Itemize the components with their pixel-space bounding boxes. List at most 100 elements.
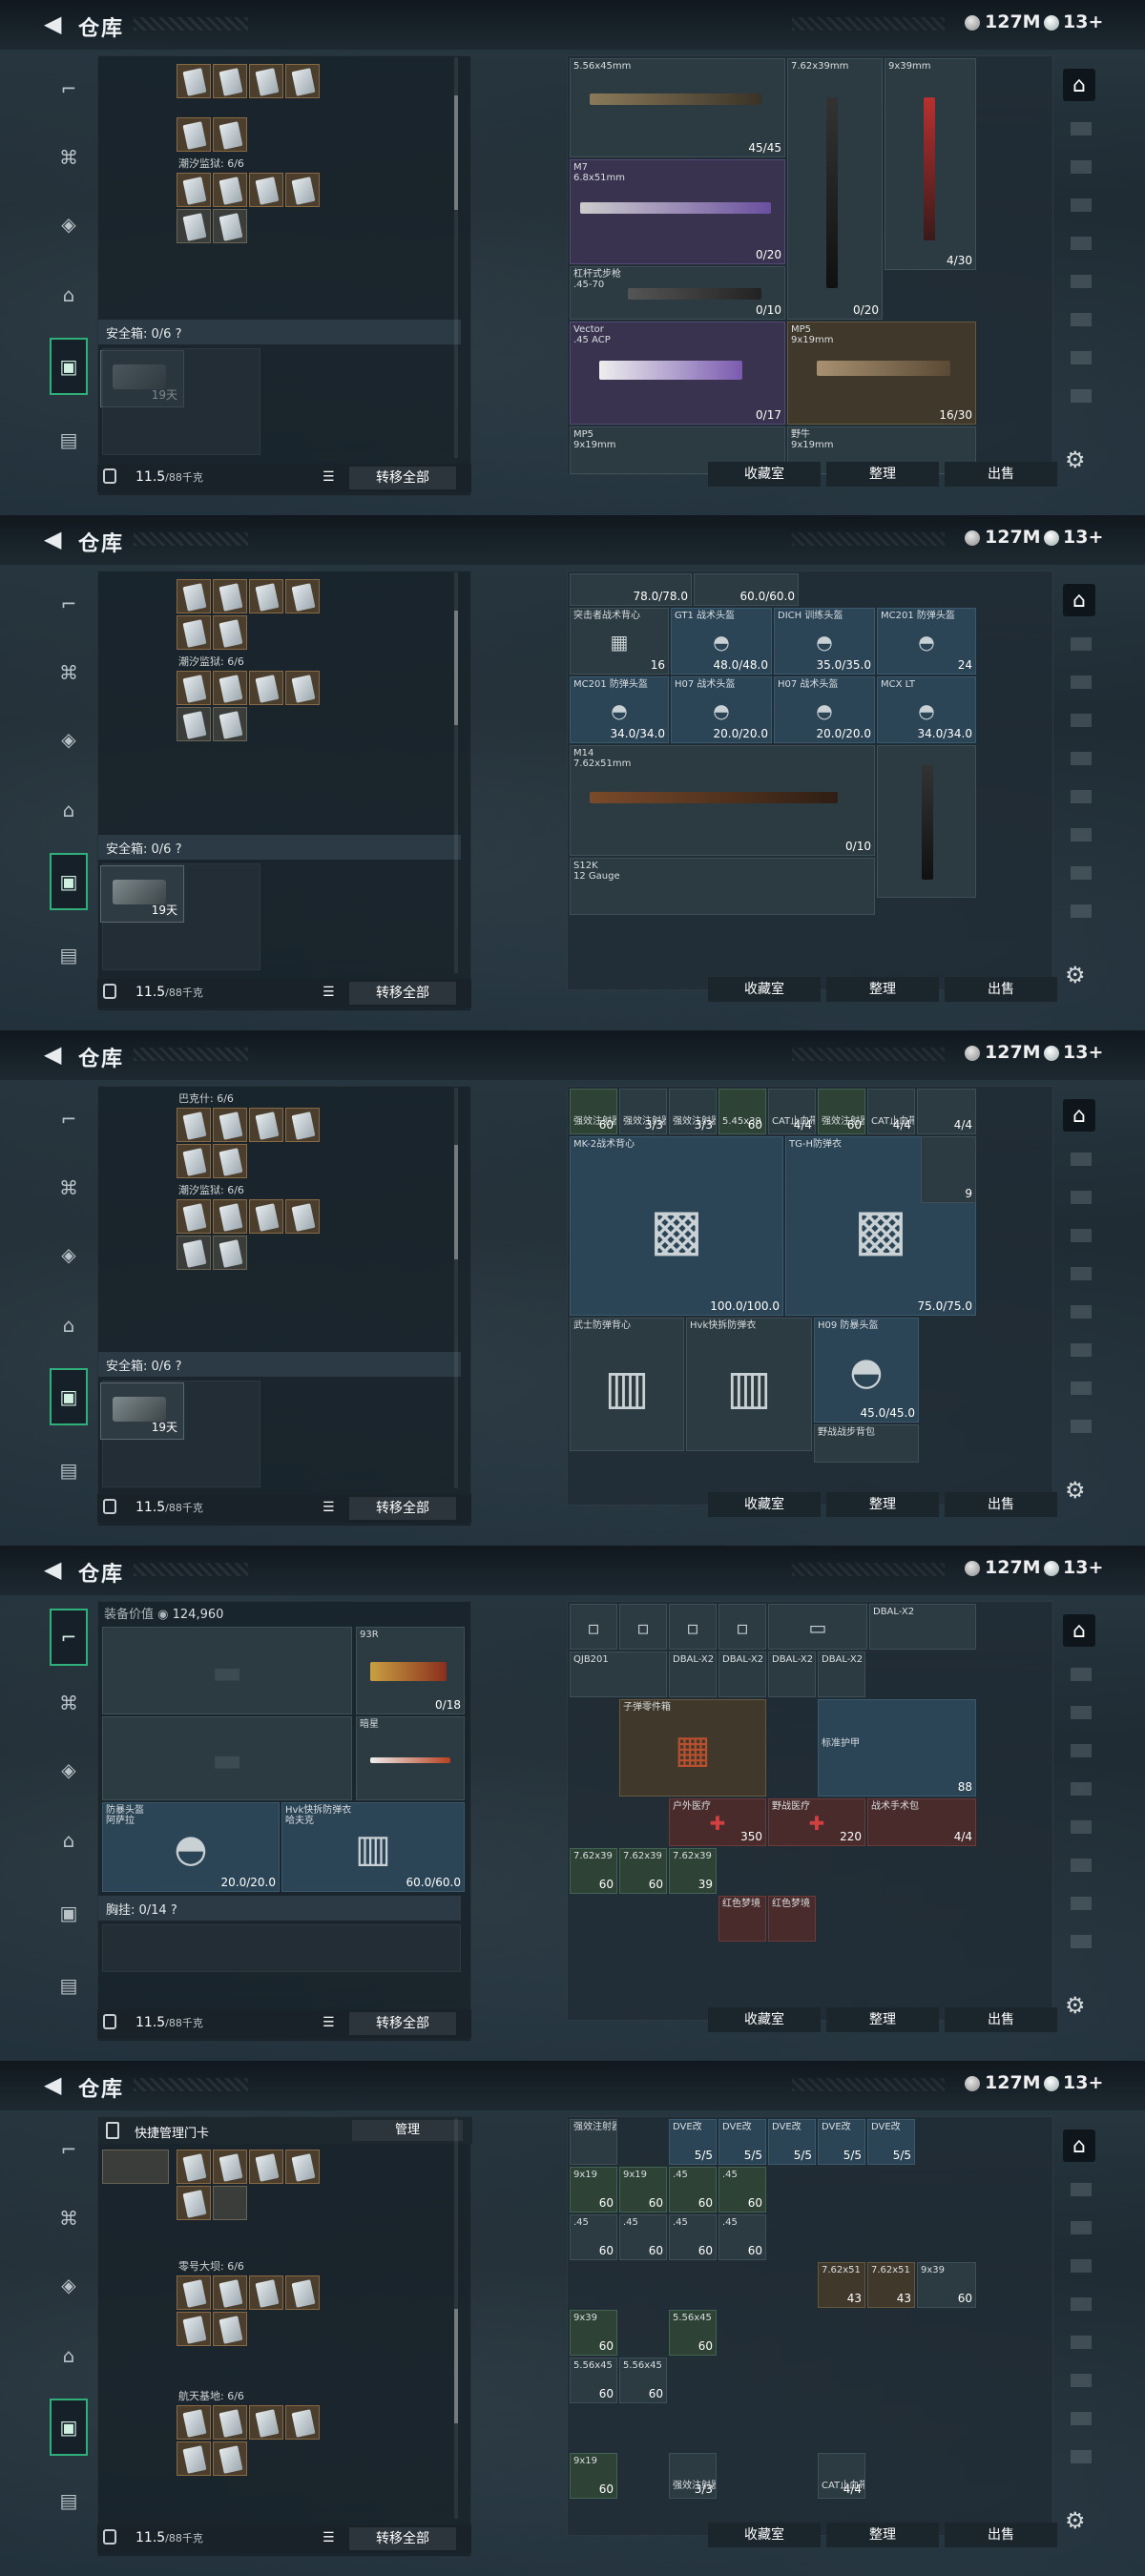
category-strip[interactable] bbox=[1071, 637, 1092, 943]
key-card-slot[interactable] bbox=[285, 2405, 320, 2440]
sell-button[interactable]: 出售 bbox=[945, 977, 1057, 1002]
ammo-cell[interactable]: 7.62x51 43 bbox=[867, 2262, 915, 2308]
key-card-slot[interactable] bbox=[213, 615, 247, 650]
key-card-slot[interactable] bbox=[285, 1199, 320, 1234]
item-cell[interactable]: 9 bbox=[921, 1136, 976, 1203]
knife-slot[interactable]: 暗星 bbox=[356, 1716, 465, 1800]
vest-icon[interactable]: ⌘ bbox=[53, 143, 84, 172]
item-cell[interactable]: ▭ bbox=[768, 1604, 867, 1650]
vest-icon[interactable]: ⌘ bbox=[53, 1689, 84, 1717]
weapon-cell[interactable]: 杠杆式步枪 .45-70 0/10 bbox=[570, 266, 785, 320]
back-button[interactable]: ◀ bbox=[44, 10, 61, 37]
sell-button[interactable]: 出售 bbox=[945, 2523, 1057, 2547]
key-card-slot[interactable] bbox=[177, 1199, 211, 1234]
item-cell[interactable]: DBAL-X2 bbox=[818, 1652, 865, 1697]
move-all-button[interactable]: 转移全部 bbox=[349, 2012, 456, 2035]
briefcase-icon[interactable]: ▤ bbox=[53, 1456, 84, 1485]
home-icon[interactable]: ⌂ bbox=[1063, 1614, 1095, 1647]
key-card-slot[interactable] bbox=[177, 2150, 211, 2184]
ammo-cell[interactable]: 7.62x39 39 bbox=[669, 1848, 717, 1894]
item-cell[interactable]: 红色梦境 bbox=[718, 1896, 766, 1942]
move-all-button[interactable]: 转移全部 bbox=[349, 1497, 456, 1520]
key-card-slot[interactable] bbox=[177, 2186, 211, 2220]
pistol-icon[interactable]: ⌐ bbox=[53, 74, 84, 103]
item-cell[interactable]: DVE改 5/5 bbox=[718, 2119, 766, 2165]
secure-case-icon[interactable]: ▣ bbox=[50, 338, 88, 395]
list-icon[interactable]: ☰ bbox=[323, 2530, 335, 2545]
pistol-icon[interactable]: ⌐ bbox=[53, 590, 84, 618]
gear-icon[interactable]: ⚙ bbox=[1065, 962, 1086, 988]
ammo-cell[interactable]: .45 60 bbox=[669, 2167, 717, 2212]
key-card-slot[interactable] bbox=[213, 707, 247, 741]
ammo-cell[interactable]: 7.62x39 60 bbox=[619, 1848, 667, 1894]
category-strip[interactable] bbox=[1071, 122, 1092, 427]
item-cell[interactable]: QJB201 bbox=[570, 1652, 667, 1697]
backpack-icon[interactable]: ⌂ bbox=[53, 796, 84, 824]
item-cell[interactable]: DVE改 5/5 bbox=[768, 2119, 816, 2165]
key-card-slot[interactable] bbox=[249, 1108, 283, 1142]
weapon-cell[interactable]: Vector .45 ACP 0/17 bbox=[570, 322, 785, 425]
item-cell[interactable]: ▫ bbox=[570, 1604, 617, 1650]
gear-icon[interactable]: ⚙ bbox=[1065, 1477, 1086, 1504]
backpack-cell[interactable]: 野战战步背包 bbox=[814, 1424, 919, 1463]
sort-button[interactable]: 整理 bbox=[826, 2007, 939, 2032]
key-card-slot[interactable] bbox=[177, 1144, 211, 1178]
key-card-slot[interactable] bbox=[177, 1108, 211, 1142]
pistol-icon[interactable]: ⌐ bbox=[53, 2135, 84, 2164]
vest-cell[interactable]: 突击者战术背心 ▦ 16 bbox=[570, 608, 669, 675]
key-card-slot[interactable] bbox=[249, 579, 283, 613]
collection-button[interactable]: 收藏室 bbox=[708, 2007, 821, 2032]
move-all-button[interactable]: 转移全部 bbox=[349, 982, 456, 1005]
key-card-slot[interactable] bbox=[213, 2275, 247, 2310]
key-card-slot[interactable] bbox=[102, 2150, 169, 2184]
item-cell[interactable]: 标准护甲 88 bbox=[818, 1699, 976, 1797]
key-card-slot[interactable] bbox=[177, 1236, 211, 1270]
key-card-slot[interactable] bbox=[249, 2150, 283, 2184]
ammo-cell[interactable]: 5.56x45 60 bbox=[570, 2358, 617, 2403]
key-card-slot[interactable] bbox=[213, 1236, 247, 1270]
sort-button[interactable]: 整理 bbox=[826, 2523, 939, 2547]
armor-icon[interactable]: ◈ bbox=[53, 2271, 84, 2299]
back-button[interactable]: ◀ bbox=[44, 526, 61, 552]
secure-case-icon[interactable]: ▣ bbox=[50, 853, 88, 910]
ammo-cell[interactable]: 9x19 60 bbox=[619, 2167, 667, 2212]
item-cell[interactable]: 4/4 bbox=[917, 1089, 976, 1134]
item-cell[interactable]: 强效注射器 3/3 bbox=[669, 1089, 717, 1134]
key-card-slot[interactable] bbox=[249, 1199, 283, 1234]
vest-icon[interactable]: ⌘ bbox=[53, 658, 84, 687]
helmet-cell[interactable]: MC201 防弹头盔 ◓ 24 bbox=[877, 608, 976, 675]
key-card-slot[interactable] bbox=[177, 2312, 211, 2346]
collection-button[interactable]: 收藏室 bbox=[708, 1492, 821, 1517]
key-card-slot[interactable] bbox=[177, 579, 211, 613]
move-all-button[interactable]: 转移全部 bbox=[349, 467, 456, 489]
key-card-slot[interactable] bbox=[177, 2275, 211, 2310]
key-card-slot[interactable] bbox=[285, 64, 320, 98]
gear-icon[interactable]: ⚙ bbox=[1065, 2507, 1086, 2534]
ammo-cell[interactable]: 7.62x39 60 bbox=[570, 1848, 617, 1894]
backpack-icon[interactable]: ⌂ bbox=[53, 1311, 84, 1340]
item-cell[interactable]: DVE改 5/5 bbox=[669, 2119, 717, 2165]
item-cell[interactable]: ▫ bbox=[718, 1604, 766, 1650]
weapon-cell[interactable]: 5.56x45mm 45/45 bbox=[570, 58, 785, 157]
category-strip[interactable] bbox=[1071, 1668, 1092, 1973]
key-card-slot[interactable] bbox=[177, 615, 211, 650]
list-icon[interactable]: ☰ bbox=[323, 2015, 335, 2030]
item-cell[interactable]: DBAL-X2 bbox=[718, 1652, 766, 1697]
key-card-slot[interactable] bbox=[285, 173, 320, 207]
key-card-slot[interactable] bbox=[177, 173, 211, 207]
medkit-cell[interactable]: 户外医疗 ✚ 350 bbox=[669, 1798, 766, 1846]
scrollbar[interactable] bbox=[454, 2118, 458, 2519]
move-all-button[interactable]: 转移全部 bbox=[349, 2527, 456, 2550]
armor-slot[interactable]: Hvk快拆防弹衣 哈夫克 ▥ 60.0/60.0 bbox=[281, 1802, 465, 1892]
gem-amount[interactable]: 13+ bbox=[1063, 527, 1103, 548]
pistol-slot[interactable]: 93R 0/18 bbox=[356, 1627, 465, 1714]
ammo-cell[interactable]: .45 60 bbox=[718, 2167, 766, 2212]
secure-case-icon[interactable]: ▣ bbox=[50, 2399, 88, 2456]
sell-button[interactable]: 出售 bbox=[945, 2007, 1057, 2032]
backpack-icon[interactable]: ⌂ bbox=[53, 280, 84, 309]
helmet-cell[interactable]: MCX LT ◓ 34.0/34.0 bbox=[877, 676, 976, 743]
backpack-icon[interactable]: ⌂ bbox=[53, 1826, 84, 1855]
item-cell[interactable]: DBAL-X2 bbox=[768, 1652, 816, 1697]
category-strip[interactable] bbox=[1071, 1153, 1092, 1458]
key-card-slot[interactable] bbox=[177, 2405, 211, 2440]
